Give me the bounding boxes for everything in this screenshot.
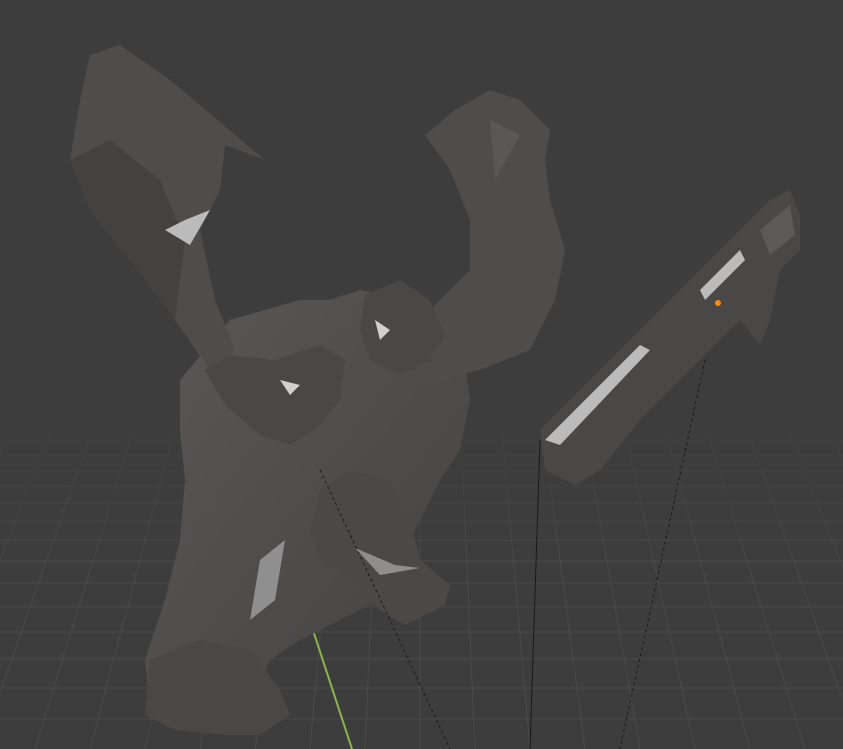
3d-viewport[interactable] xyxy=(0,0,843,749)
origin-dot[interactable] xyxy=(715,300,721,306)
viewport-scene[interactable] xyxy=(0,0,843,749)
